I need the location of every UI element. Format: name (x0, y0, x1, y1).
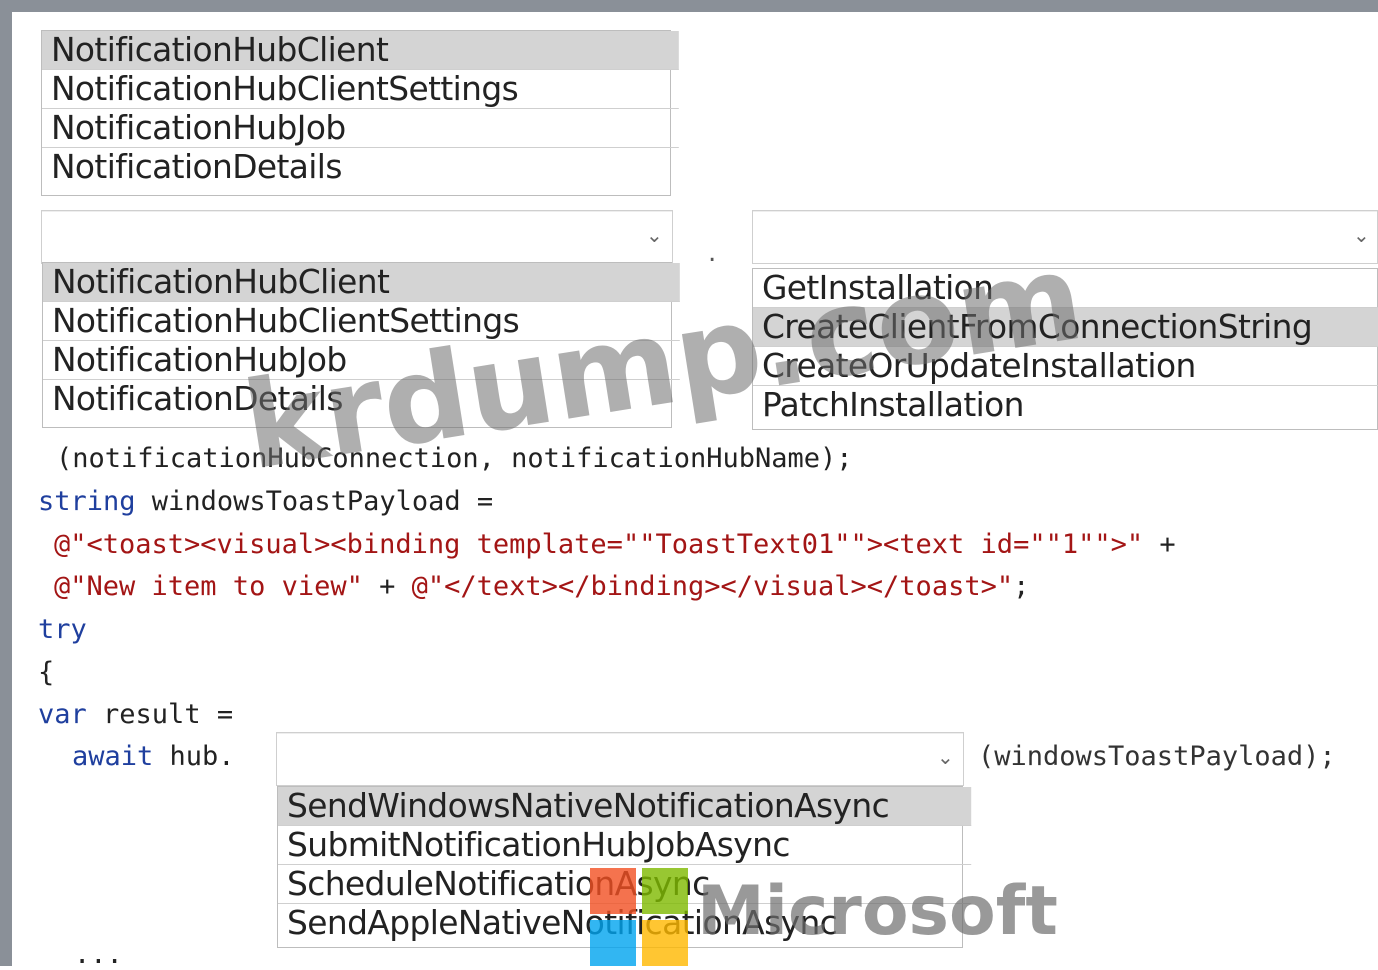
code-text: + (362, 571, 412, 602)
string-literal: @"New item to view" (54, 571, 363, 602)
code-line-args: (notificationHubConnection, notification… (56, 443, 853, 474)
dropdown3-option[interactable]: CreateClientFromConnectionString (753, 308, 1378, 347)
dropdown1-option[interactable]: NotificationHubClient (42, 31, 679, 70)
dropdown2-option[interactable]: NotificationHubClientSettings (43, 302, 680, 341)
code-text: + (1143, 529, 1176, 560)
code-text: result = (86, 699, 234, 730)
dropdown2-option[interactable]: NotificationDetails (43, 380, 680, 418)
string-literal: @"</text></binding></visual></toast>" (411, 571, 1014, 602)
code-line-send-args: (windowsToastPayload); (978, 741, 1336, 772)
window-frame-left (0, 0, 12, 966)
dropdown3-list: GetInstallation CreateClientFromConnecti… (752, 268, 1378, 430)
dropdown3-option[interactable]: GetInstallation (753, 269, 1378, 308)
code-line-brace: { (38, 657, 55, 688)
code-line-toast-open: @"<toast><visual><binding template=""Toa… (54, 530, 1176, 560)
keyword: var (38, 699, 87, 730)
code-text: hub. (153, 741, 235, 772)
keyword: await (72, 741, 154, 772)
chevron-down-icon: ⌄ (646, 223, 663, 247)
code-line-try: try (38, 614, 87, 645)
code-line-await: await hub. (72, 742, 235, 772)
dropdown4-select[interactable]: ⌄ (276, 732, 964, 786)
dropdown3-option[interactable]: PatchInstallation (753, 386, 1378, 424)
window-frame-top (0, 0, 1378, 12)
dropdown4-option[interactable]: SubmitNotificationHubJobAsync (278, 826, 972, 865)
member-access-dot: . (708, 238, 717, 268)
code-line-var-result: var result = (38, 700, 233, 730)
chevron-down-icon: ⌄ (937, 745, 954, 769)
dropdown1-option[interactable]: NotificationHubClientSettings (42, 70, 679, 109)
microsoft-logo-icon (590, 868, 690, 968)
dropdown2-list: NotificationHubClient NotificationHubCli… (42, 262, 680, 428)
code-text: ; (1013, 571, 1030, 602)
dropdown2-option[interactable]: NotificationHubJob (43, 341, 680, 380)
code-text: windowsToastPayload = (135, 486, 494, 517)
dropdown1-option[interactable]: NotificationHubJob (42, 109, 679, 148)
dropdown2-option[interactable]: NotificationHubClient (43, 263, 680, 302)
dropdown1-list: NotificationHubClient NotificationHubCli… (41, 30, 679, 196)
dropdown1-option[interactable]: NotificationDetails (42, 148, 679, 186)
code-line-payload-decl: string windowsToastPayload = (38, 487, 493, 517)
code-line-toast-close: @"New item to view" + @"</text></binding… (54, 572, 1029, 602)
keyword: string (38, 486, 136, 517)
chevron-down-icon: ⌄ (1353, 223, 1370, 247)
dropdown3-select[interactable]: ⌄ (752, 210, 1378, 264)
dropdown2-select[interactable]: ⌄ (41, 210, 673, 264)
string-literal: @"<toast><visual><binding template=""Toa… (54, 529, 1144, 560)
dropdown4-option[interactable]: SendWindowsNativeNotificationAsync (278, 787, 972, 826)
dropdown3-option[interactable]: CreateOrUpdateInstallation (753, 347, 1378, 386)
microsoft-logo-text: Microsoft (697, 872, 1058, 951)
